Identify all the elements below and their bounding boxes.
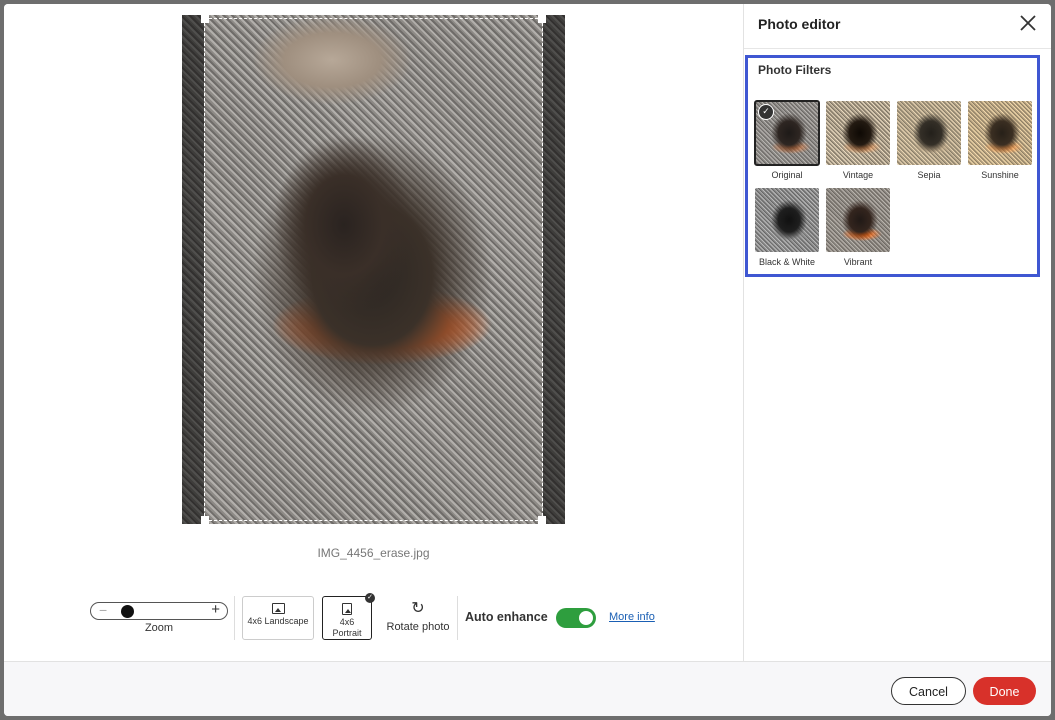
close-icon[interactable] [1017,12,1039,34]
filter-label: Sunshine [981,170,1019,180]
toggle-knob [579,611,593,625]
filter-thumbnail [826,101,890,165]
landscape-format-label: 4x6 Landscape [247,616,309,626]
dialog-footer: Cancel Done [4,661,1051,716]
filter-vibrant[interactable]: Vibrant [826,188,890,267]
crop-handle-top-left[interactable] [201,15,209,23]
panel-divider [744,48,1051,49]
filter-thumbnail [826,188,890,252]
filter-thumbnail [897,101,961,165]
filter-label: Sepia [917,170,941,180]
zoom-minus-icon[interactable]: − [99,602,107,618]
panel-title: Photo editor [758,16,841,32]
zoom-control: − + Zoom [90,600,228,640]
rotate-icon: ↻ [411,600,425,617]
photo-editor-modal: IMG_4456_erase.jpg − + Zoom 4x6 Landscap… [4,4,1051,716]
filter-label: Vibrant [843,257,873,267]
rotate-photo-button[interactable]: ↻ Rotate photo [383,600,453,633]
landscape-format-button[interactable]: 4x6 Landscape [242,596,314,640]
zoom-plus-icon[interactable]: + [211,601,220,618]
rotate-photo-label: Rotate photo [386,621,450,633]
toolbar-divider [234,596,235,640]
filter-thumbnail [968,101,1032,165]
photo-filters-section: Photo Filters ✓ Original Vintage Sepia S… [745,55,1040,277]
portrait-image-icon [342,603,352,615]
portrait-format-label: 4x6 Portrait [332,617,362,638]
filter-original[interactable]: ✓ Original [754,100,820,180]
cancel-button[interactable]: Cancel [891,677,966,705]
filter-sunshine[interactable]: Sunshine [968,101,1032,180]
crop-shade-left [182,15,204,524]
crop-shade-right [543,15,565,524]
crop-handle-top-right[interactable] [538,15,546,23]
photo-filename: IMG_4456_erase.jpg [317,546,430,560]
photo-filters-title: Photo Filters [758,63,832,77]
portrait-format-button[interactable]: 4x6 Portrait ✓ [322,593,375,640]
zoom-slider[interactable]: − + [90,601,228,620]
filter-label: Black & White [758,257,816,267]
toolbar-divider [457,596,458,640]
landscape-image-icon [271,603,285,614]
zoom-label: Zoom [144,622,174,634]
filter-thumbnail: ✓ [754,100,820,166]
filter-vintage[interactable]: Vintage [826,101,890,180]
filter-black-white[interactable]: Black & White [755,188,819,267]
done-button[interactable]: Done [973,677,1036,705]
filter-label: Original [771,170,803,180]
check-icon: ✓ [758,104,774,120]
filter-thumbnail [755,188,819,252]
crop-frame[interactable] [201,15,546,524]
filter-sepia[interactable]: Sepia [897,101,961,180]
crop-handle-bottom-left[interactable] [201,516,209,524]
more-info-link[interactable]: More info [609,611,655,623]
auto-enhance-toggle[interactable] [556,608,596,628]
editor-side-panel: Photo editor Photo Filters ✓ Original Vi… [743,4,1051,661]
filter-label: Vintage [842,170,874,180]
check-icon: ✓ [365,593,375,603]
photo-canvas-area: IMG_4456_erase.jpg − + Zoom 4x6 Landscap… [4,4,743,661]
zoom-slider-knob[interactable] [121,605,134,618]
crop-handle-bottom-right[interactable] [538,516,546,524]
auto-enhance-label: Auto enhance [465,610,548,624]
